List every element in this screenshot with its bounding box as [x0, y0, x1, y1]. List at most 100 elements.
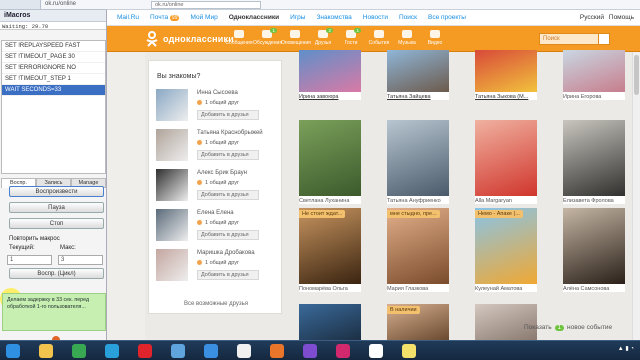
photo-owner-name[interactable]: Мария Глазкова: [387, 286, 449, 292]
show-new-events[interactable]: Показать 1 новое событие: [524, 324, 630, 335]
photo-tile[interactable]: Алёна Самсонова: [563, 208, 625, 292]
user-photo[interactable]: [299, 50, 361, 92]
photo-tile[interactable]: Ирина Егорова: [563, 50, 625, 100]
friend-name[interactable]: Инна Сысоева: [197, 90, 238, 96]
macro-item[interactable]: SET !REPLAYSPEED FAST: [2, 41, 105, 52]
ok-nav-item[interactable]: Видео: [421, 28, 449, 50]
photo-owner-name[interactable]: Татьяна Зыкова (М...: [475, 94, 537, 100]
note-icon[interactable]: [402, 344, 416, 358]
macro-item[interactable]: SET !TIMEOUT_PAGE 30: [2, 52, 105, 63]
photo-owner-name[interactable]: Татьяна Ануфриенко: [387, 198, 449, 204]
photo-tile[interactable]: Alla Margaryan: [475, 120, 537, 204]
w-app-icon[interactable]: [336, 344, 350, 358]
photo-tile[interactable]: Кулеунай Аматова Немо - Апаке (...: [475, 208, 537, 292]
ie-icon[interactable]: [204, 344, 218, 358]
user-photo[interactable]: [299, 304, 361, 340]
add-friend-button[interactable]: Добавить в друзья: [197, 190, 259, 200]
mailru-link[interactable]: Все проекты: [428, 14, 466, 21]
avatar[interactable]: [156, 89, 188, 121]
firefox-icon[interactable]: [270, 344, 284, 358]
user-photo[interactable]: [475, 208, 537, 284]
photo-tile[interactable]: Светлана Луханина: [299, 120, 361, 204]
mutual-friends[interactable]: 1 общий друг: [197, 140, 239, 146]
macro-item[interactable]: WAIT SECONDS=33: [2, 85, 105, 96]
pause-button[interactable]: Пауза: [9, 202, 104, 213]
photo-tile[interactable]: В наличии: [387, 304, 449, 340]
user-photo[interactable]: [299, 120, 361, 196]
friend-name[interactable]: Маришка Дробакова: [197, 250, 255, 256]
macro-item[interactable]: SET !TIMEOUT_STEP 1: [2, 74, 105, 85]
friend-name[interactable]: Алекс Брик Браун: [197, 170, 247, 176]
user-photo[interactable]: [299, 208, 361, 284]
photo-tile[interactable]: Татьяна Зыкова (М...: [475, 50, 537, 100]
viber-icon[interactable]: [303, 344, 317, 358]
avatar[interactable]: [156, 169, 188, 201]
photo-owner-name[interactable]: Кулеунай Аматова: [475, 286, 537, 292]
macro-item[interactable]: SET !ERRORIGNORE NO: [2, 63, 105, 74]
ok-nav-item[interactable]: Музыка: [393, 28, 421, 50]
avatar[interactable]: [156, 129, 188, 161]
user-photo[interactable]: [387, 50, 449, 92]
photo-tile[interactable]: Пономарёва Ольга Не стоит ждат...: [299, 208, 361, 292]
photo-owner-name[interactable]: Светлана Луханина: [299, 198, 361, 204]
ok-nav-item[interactable]: Оповещения: [281, 28, 311, 50]
current-field[interactable]: 1: [7, 255, 52, 265]
explorer-icon[interactable]: [39, 344, 53, 358]
mailru-link[interactable]: Игры: [290, 14, 305, 21]
photo-tile[interactable]: Татьяна Зайцева: [387, 50, 449, 100]
photo-owner-name[interactable]: Пономарёва Ольга: [299, 286, 361, 292]
ok-nav-item[interactable]: Гости 1: [337, 28, 365, 50]
mutual-friends[interactable]: 1 общий друг: [197, 220, 239, 226]
max-field[interactable]: 3: [58, 255, 103, 265]
ok-nav-item[interactable]: Друзья 2: [309, 28, 337, 50]
user-photo[interactable]: [563, 120, 625, 196]
ok-nav-item[interactable]: Обсуждения 1: [253, 28, 282, 50]
help-link[interactable]: Помощь: [609, 14, 634, 21]
page-scrollbar[interactable]: [632, 52, 640, 340]
avatar[interactable]: [156, 209, 188, 241]
mutual-friends[interactable]: 1 общий друг: [197, 260, 239, 266]
mailru-link[interactable]: Новости: [363, 14, 388, 21]
photo-tile[interactable]: Ирина завоюра: [299, 50, 361, 100]
loop-play-button[interactable]: Воспр. (Цикл): [9, 268, 104, 279]
url-field[interactable]: ok.ru/online: [151, 1, 261, 9]
add-friend-button[interactable]: Добавить в друзья: [197, 110, 259, 120]
start-icon[interactable]: [6, 344, 20, 358]
chrome-icon[interactable]: [72, 344, 86, 358]
user-photo[interactable]: [387, 208, 449, 284]
stop-button[interactable]: Стоп: [9, 218, 104, 229]
photo-tile[interactable]: [299, 304, 361, 340]
mailru-link[interactable]: Mail.Ru: [117, 14, 139, 21]
mailru-link[interactable]: Знакомства: [316, 14, 351, 21]
photo-owner-name[interactable]: Ирина Егорова: [563, 94, 625, 100]
friend-name[interactable]: Елена Елена: [197, 210, 234, 216]
photo-owner-name[interactable]: Алёна Самсонова: [563, 286, 625, 292]
ok-nav-item[interactable]: Сообщения: [225, 28, 253, 50]
mailru-link[interactable]: Одноклассники: [229, 14, 279, 21]
add-friend-button[interactable]: Добавить в друзья: [197, 270, 259, 280]
user-photo[interactable]: [475, 50, 537, 92]
photo-tile[interactable]: Мария Глазкова мне стыдно, пре...: [387, 208, 449, 292]
user-photo[interactable]: [563, 208, 625, 284]
mutual-friends[interactable]: 1 общий друг: [197, 180, 239, 186]
photo-tile[interactable]: Елизавета Фролова: [563, 120, 625, 204]
mailru-link[interactable]: Мой Мир: [190, 14, 217, 21]
yandex-icon[interactable]: [237, 344, 251, 358]
ok-nav-item[interactable]: События: [365, 28, 393, 50]
all-friends-link[interactable]: Все возможные друзья: [149, 301, 283, 307]
photo-owner-name[interactable]: Татьяна Зайцева: [387, 94, 449, 100]
avatar[interactable]: [156, 249, 188, 281]
imacros-icon[interactable]: [369, 344, 383, 358]
scroll-thumb[interactable]: [634, 55, 639, 95]
mutual-friends[interactable]: 1 общий друг: [197, 100, 239, 106]
system-tray[interactable]: ▲ ▮ ◔: [618, 345, 634, 352]
user-photo[interactable]: [387, 120, 449, 196]
photo-owner-name[interactable]: Елизавета Фролова: [563, 198, 625, 204]
telegram-icon[interactable]: [105, 344, 119, 358]
macro-list[interactable]: SET !REPLAYSPEED FAST SET !TIMEOUT_PAGE 3…: [1, 40, 106, 174]
add-friend-button[interactable]: Добавить в друзья: [197, 150, 259, 160]
ok-logo-icon[interactable]: [145, 31, 159, 47]
add-friend-button[interactable]: Добавить в друзья: [197, 230, 259, 240]
search-icon[interactable]: [598, 33, 610, 45]
opera-icon[interactable]: [138, 344, 152, 358]
